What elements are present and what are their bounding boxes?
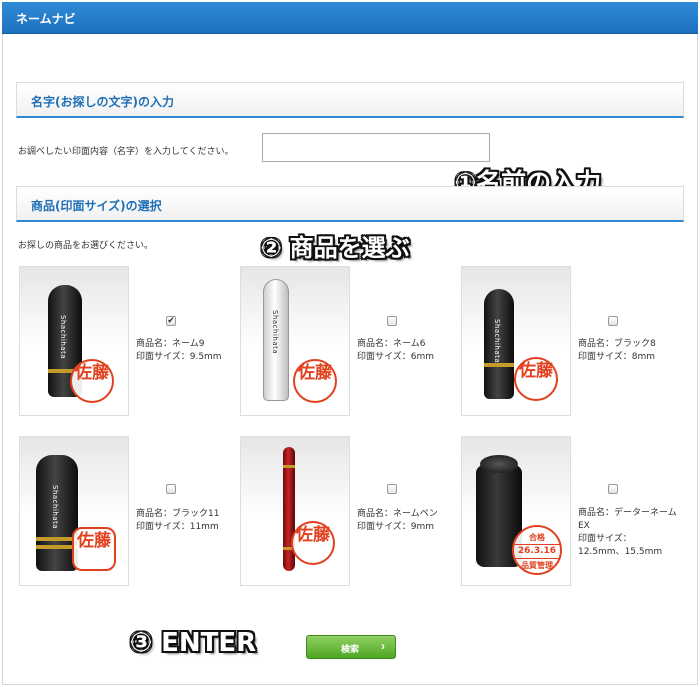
product-prompt: お探しの商品をお選びください。 [18, 241, 154, 251]
name-prompt: お調べしたい印面内容（名字）を入力してください。 [18, 147, 234, 157]
callout-step-3: ③ ENTER [130, 628, 257, 658]
search-button[interactable]: 検索 › [306, 635, 396, 659]
impression-bottom: 品質管理 [521, 561, 553, 570]
product-info-dataname-ex: 商品名：データーネームEX 印面サイズ：12.5mm、15.5mm [578, 507, 678, 559]
product-info-black8: 商品名：ブラック8 印面サイズ：8mm [578, 338, 682, 364]
product-name: 商品名：ブラック8 [578, 339, 656, 349]
product-name: 商品名：ネーム6 [357, 339, 426, 349]
product-name: 商品名：データーネームEX [578, 508, 677, 531]
product-checkbox-dataname-ex[interactable] [608, 484, 618, 494]
product-size: 印面サイズ：12.5mm、15.5mm [578, 534, 663, 557]
product-checkbox-black8[interactable] [608, 316, 618, 326]
product-checkbox-namepen[interactable] [387, 484, 397, 494]
stamp-impression: 佐藤 [293, 359, 337, 403]
product-name: 商品名：ネーム9 [136, 339, 205, 349]
callout-step-2: ② 商品を選ぶ [261, 234, 410, 262]
impression-date: 26.3.16 [514, 544, 560, 559]
product-image-black8[interactable]: Shachihata 佐藤 [461, 266, 571, 416]
surname-input[interactable] [262, 133, 490, 162]
stamp-photo: Shachihata [484, 289, 514, 399]
stamp-impression: 佐藤 [70, 359, 114, 403]
app-title: ネームナビ [16, 12, 76, 26]
stamp-photo: Shachihata [263, 279, 289, 401]
section-title-name: 名字(お探しの文字)の入力 [31, 95, 174, 109]
checkmark-icon: ✔ [167, 316, 175, 326]
title-bar: ネームナビ [2, 2, 698, 34]
product-image-dataname-ex[interactable]: 合格 26.3.16 品質管理 [461, 436, 571, 586]
product-info-namepen: 商品名：ネームペン 印面サイズ：9mm [357, 508, 461, 534]
chevron-right-icon: › [381, 639, 385, 653]
product-size: 印面サイズ：9.5mm [136, 352, 222, 362]
section-header-name: 名字(お探しの文字)の入力 [16, 82, 684, 118]
search-button-label: 検索 [341, 644, 360, 654]
date-stamp-impression: 合格 26.3.16 品質管理 [512, 525, 562, 575]
product-checkbox-name6[interactable] [387, 316, 397, 326]
product-name: 商品名：ネームペン [357, 509, 438, 519]
product-image-black11[interactable]: Shachihata 佐藤 [19, 436, 129, 586]
product-size: 印面サイズ：6mm [357, 352, 434, 362]
product-image-name9[interactable]: Shachihata 佐藤 [19, 266, 129, 416]
product-image-namepen[interactable]: 佐藤 [240, 436, 350, 586]
product-size: 印面サイズ：11mm [136, 522, 219, 532]
product-size: 印面サイズ：8mm [578, 352, 655, 362]
stamp-impression: 佐藤 [291, 521, 335, 565]
product-checkbox-name9[interactable]: ✔ [166, 316, 176, 326]
product-checkbox-black11[interactable] [166, 484, 176, 494]
product-info-name6: 商品名：ネーム6 印面サイズ：6mm [357, 338, 461, 364]
product-image-name6[interactable]: Shachihata 佐藤 [240, 266, 350, 416]
section-title-product: 商品(印面サイズ)の選択 [31, 199, 162, 213]
product-info-black11: 商品名：ブラック11 印面サイズ：11mm [136, 508, 240, 534]
section-header-product: 商品(印面サイズ)の選択 [16, 186, 684, 222]
product-name: 商品名：ブラック11 [136, 509, 220, 519]
product-info-name9: 商品名：ネーム9 印面サイズ：9.5mm [136, 338, 240, 364]
product-size: 印面サイズ：9mm [357, 522, 434, 532]
impression-top: 合格 [529, 533, 545, 542]
stamp-impression: 佐藤 [72, 527, 116, 571]
stamp-impression: 佐藤 [514, 357, 558, 401]
